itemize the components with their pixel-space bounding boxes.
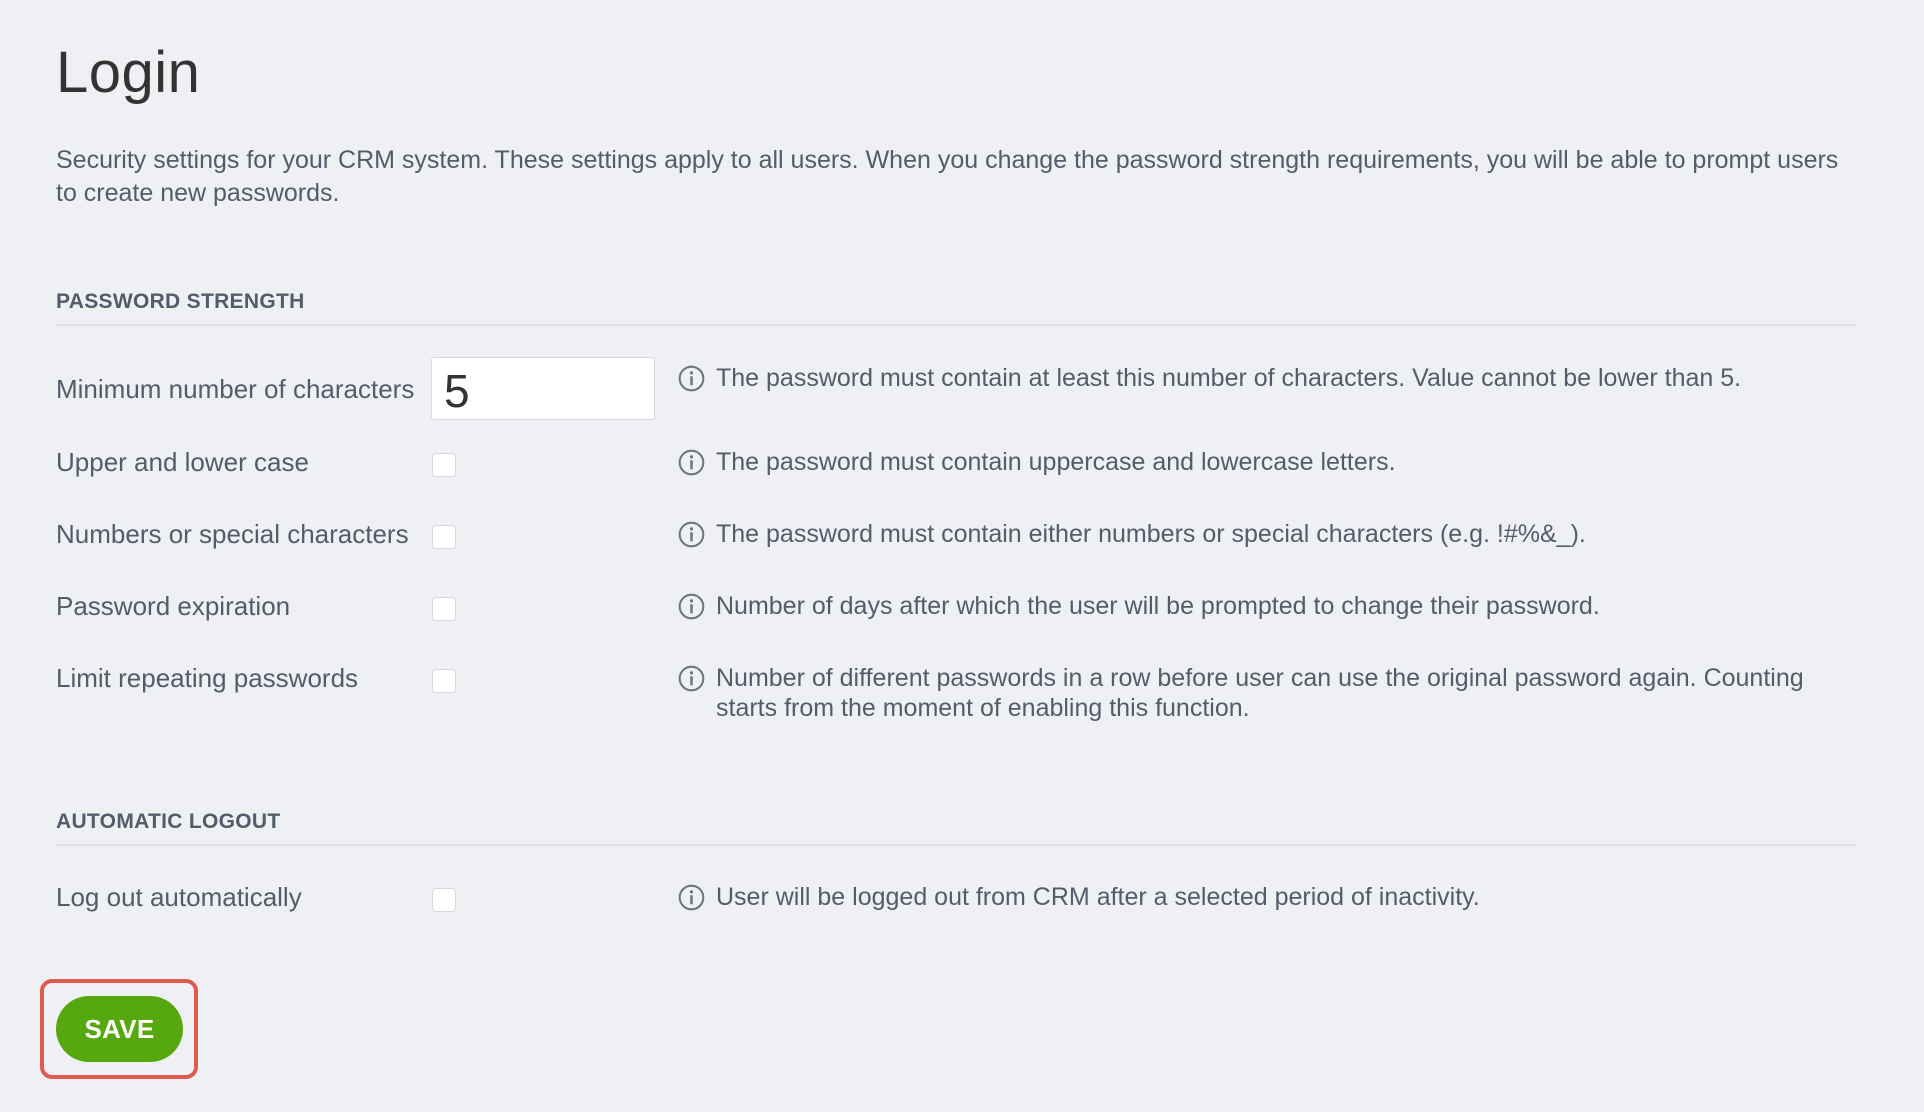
hint-text: Number of different passwords in a row b… xyxy=(716,664,1804,722)
hint-text: The password must contain at least this … xyxy=(716,364,1742,392)
limit-repeating-checkbox[interactable] xyxy=(432,669,456,693)
row-label: Upper and lower case xyxy=(56,447,309,477)
row-label: Log out automatically xyxy=(56,882,302,912)
info-icon xyxy=(678,665,705,692)
section-header-password-strength: PASSWORD STRENGTH xyxy=(56,290,1856,326)
page-title: Login xyxy=(56,40,201,105)
numbers-special-checkbox[interactable] xyxy=(432,525,456,549)
hint-text: The password must contain uppercase and … xyxy=(716,448,1396,476)
info-icon xyxy=(678,884,705,911)
row-label: Minimum number of characters xyxy=(56,374,415,404)
upper-lower-case-checkbox[interactable] xyxy=(432,453,456,477)
hint-text: User will be logged out from CRM after a… xyxy=(716,883,1480,911)
page-description: Security settings for your CRM system. T… xyxy=(56,146,1839,207)
password-expiration-checkbox[interactable] xyxy=(432,597,456,621)
row-label: Password expiration xyxy=(56,591,291,621)
hint-text: The password must contain either numbers… xyxy=(716,520,1586,548)
hint-text: Number of days after which the user will… xyxy=(716,592,1600,620)
save-button[interactable]: SAVE xyxy=(56,996,183,1062)
row-label: Limit repeating passwords xyxy=(56,663,359,693)
section-header-automatic-logout: AUTOMATIC LOGOUT xyxy=(56,810,1856,846)
info-icon xyxy=(678,521,705,548)
info-icon xyxy=(678,365,705,392)
min-characters-input[interactable] xyxy=(431,357,655,420)
log-out-automatically-checkbox[interactable] xyxy=(432,888,456,912)
info-icon xyxy=(678,593,705,620)
info-icon xyxy=(678,449,705,476)
row-label: Numbers or special characters xyxy=(56,519,409,549)
